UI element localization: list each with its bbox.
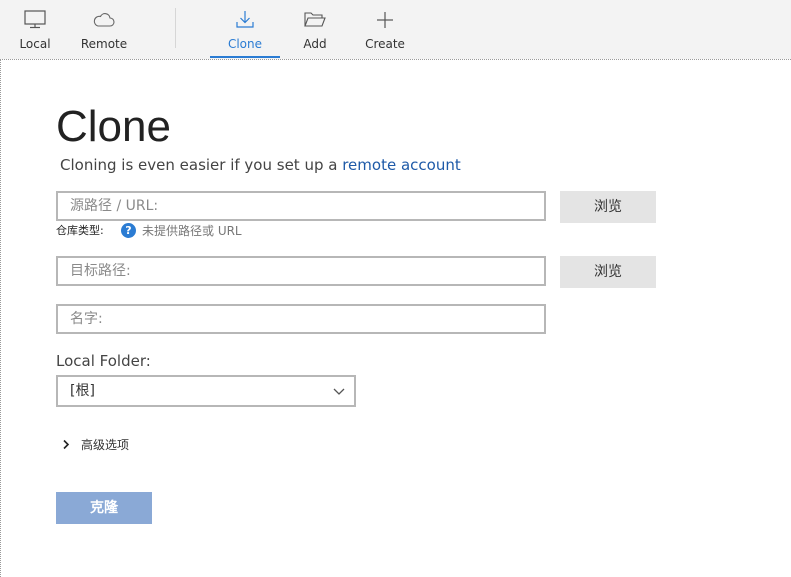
advanced-options-label: 高级选项	[81, 438, 130, 452]
chevron-right-icon	[63, 439, 70, 450]
help-icon[interactable]: ?	[121, 223, 136, 238]
local-folder-select[interactable]: [根]	[56, 375, 356, 407]
destination-path-input[interactable]	[56, 256, 546, 286]
toolbar-separator	[175, 8, 176, 48]
name-input[interactable]	[56, 304, 546, 334]
cloud-icon	[93, 13, 115, 27]
toolbar: Local Remote Clone Add Create	[0, 0, 791, 59]
tab-create[interactable]: Create	[360, 0, 410, 59]
tab-add-label: Add	[303, 37, 327, 51]
tab-remote-label: Remote	[80, 37, 128, 51]
folder-open-icon	[304, 12, 326, 27]
subtitle-text: Cloning is even easier if you set up a	[60, 156, 343, 174]
clone-button[interactable]: 克隆	[56, 492, 152, 524]
tab-local[interactable]: Local	[10, 0, 60, 59]
tab-add[interactable]: Add	[294, 0, 336, 59]
monitor-icon	[24, 10, 46, 29]
repo-type-hint: 未提供路径或 URL	[142, 224, 242, 238]
page-subtitle: Cloning is even easier if you set up a r…	[60, 155, 461, 175]
browse-destination-button[interactable]: 浏览	[560, 256, 656, 288]
repo-type-label: 仓库类型:	[56, 224, 104, 237]
tab-local-label: Local	[19, 37, 51, 51]
remote-account-link[interactable]: remote account	[342, 156, 461, 174]
tab-create-label: Create	[365, 37, 405, 51]
download-icon	[236, 11, 254, 28]
chevron-down-icon	[333, 388, 345, 395]
page-title: Clone	[56, 102, 171, 151]
local-folder-label: Local Folder:	[56, 352, 151, 370]
source-url-input[interactable]	[56, 191, 546, 221]
browse-source-button[interactable]: 浏览	[560, 191, 656, 223]
active-tab-indicator	[210, 56, 280, 58]
tab-clone[interactable]: Clone	[210, 0, 280, 59]
plus-icon	[377, 12, 393, 28]
tab-clone-label: Clone	[227, 37, 263, 51]
local-folder-value: [根]	[70, 383, 95, 399]
tab-remote[interactable]: Remote	[76, 0, 132, 59]
